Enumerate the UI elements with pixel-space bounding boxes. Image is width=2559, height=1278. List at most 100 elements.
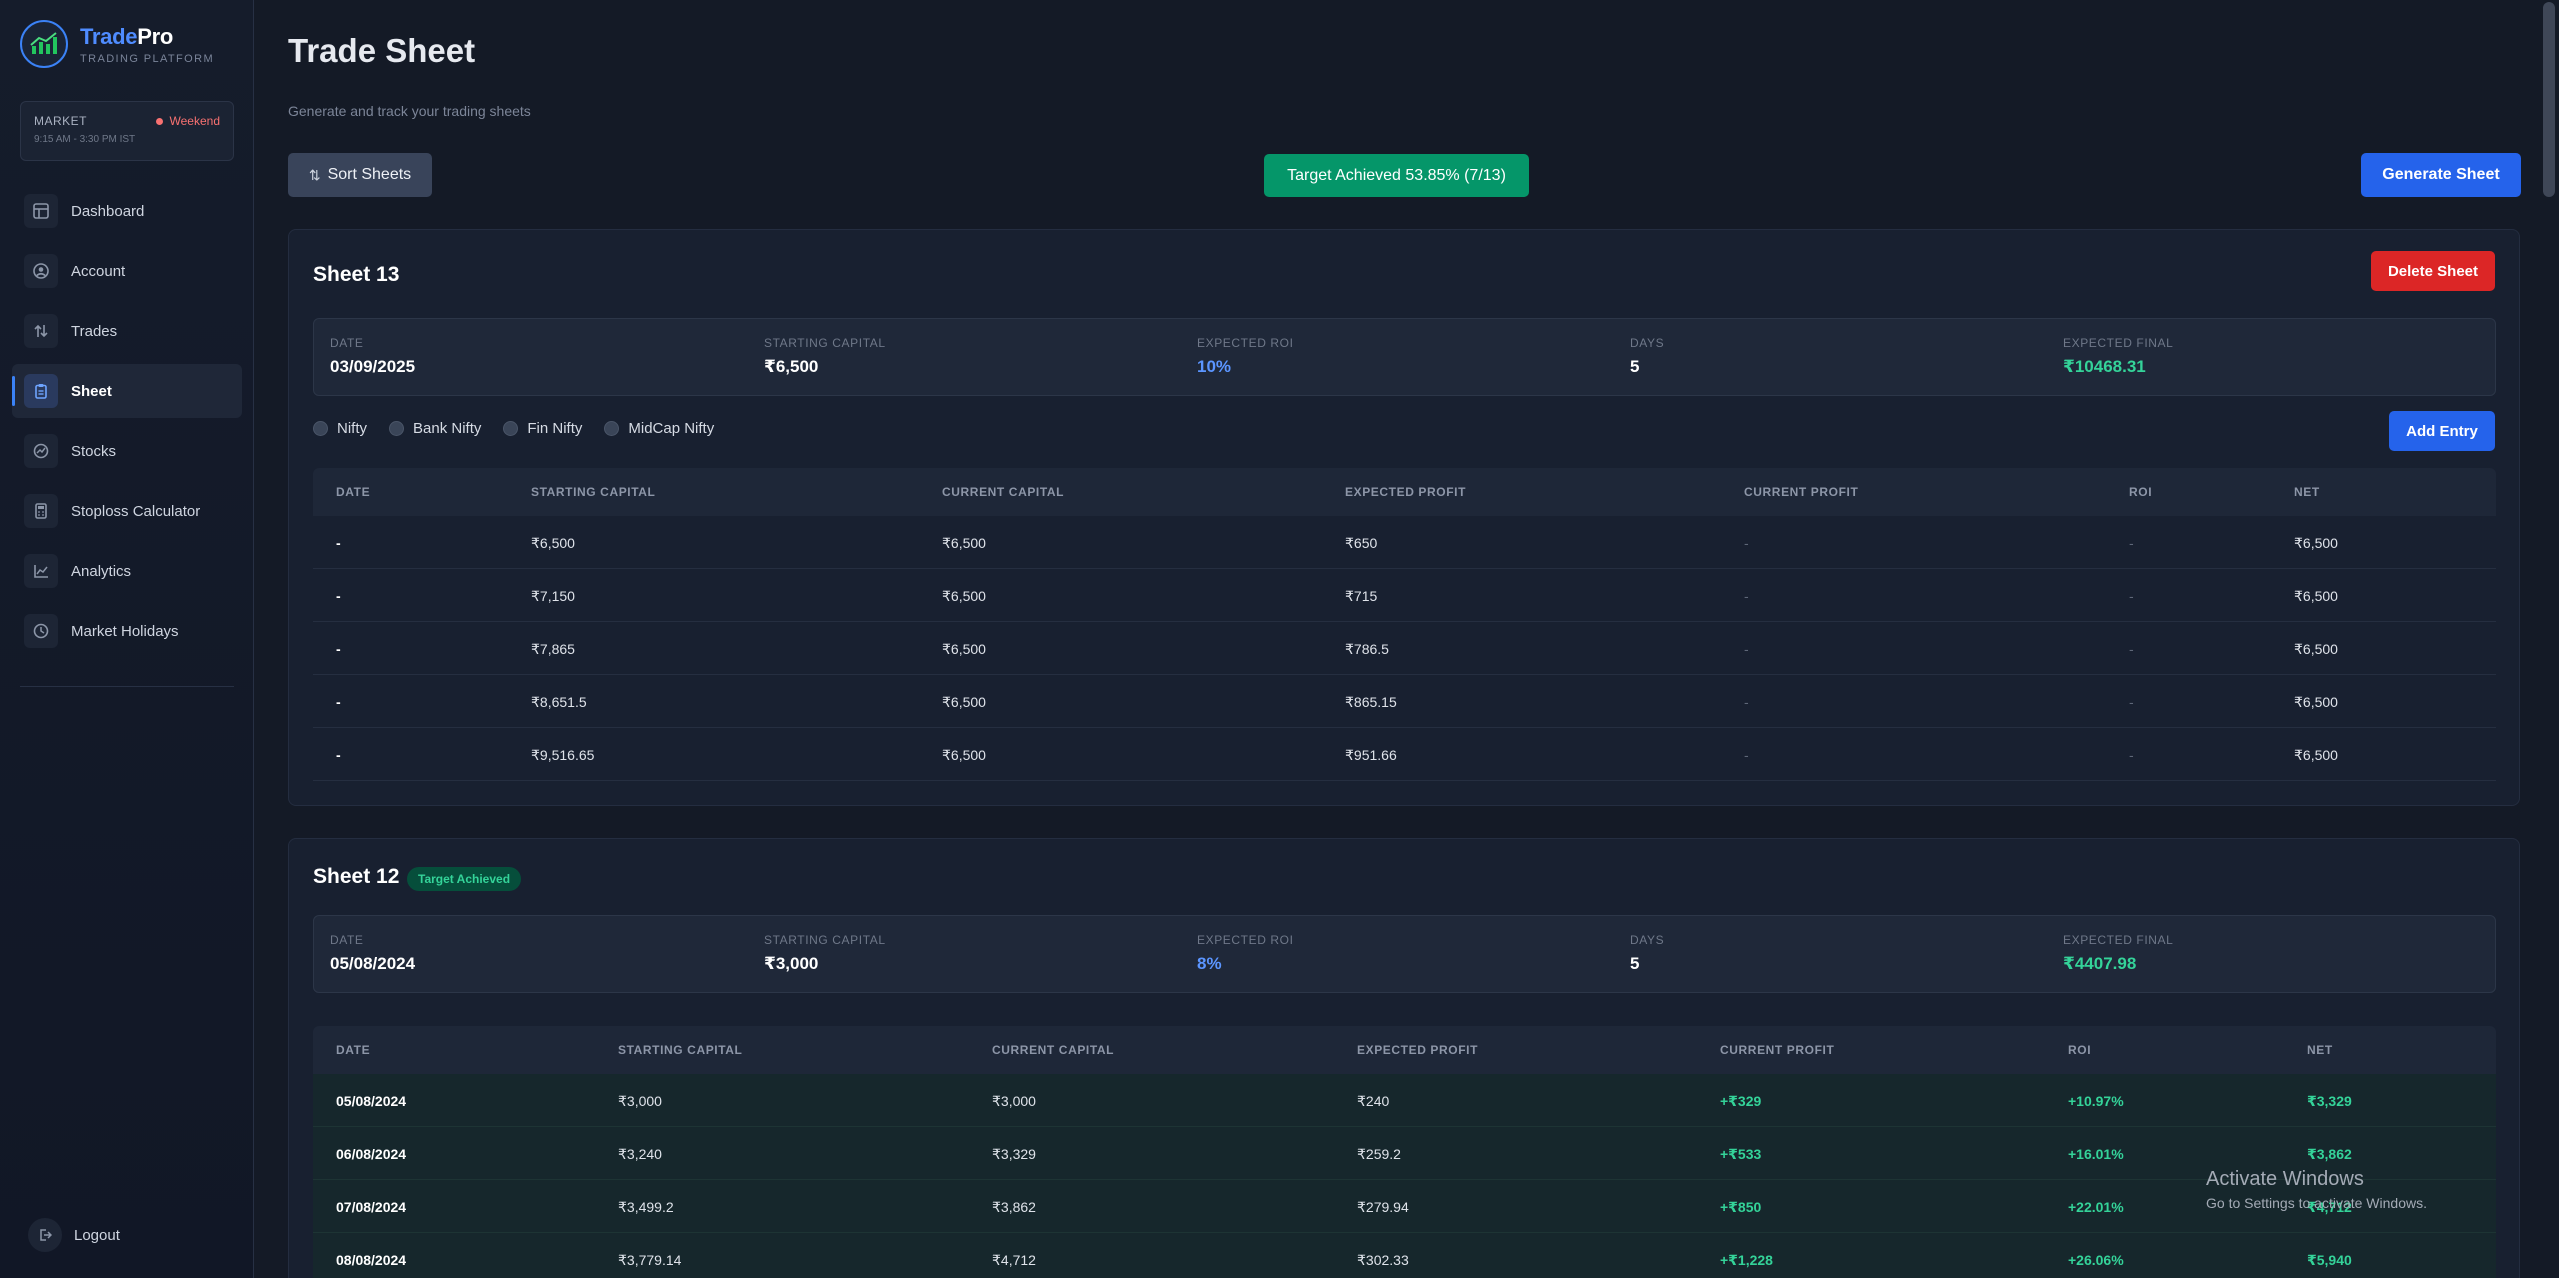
watermark-title: Activate Windows [2206, 1168, 2364, 1190]
calculator-icon [24, 494, 58, 528]
column-header: ROI [2129, 485, 2153, 499]
table-header: DATE STARTING CAPITAL CURRENT CAPITAL EX… [313, 1026, 2496, 1074]
swap-arrows-icon [24, 314, 58, 348]
column-header: STARTING CAPITAL [531, 485, 656, 499]
dashboard-icon [24, 194, 58, 228]
column-header: CURRENT PROFIT [1744, 485, 1859, 499]
sidebar-item-label: Stoploss Calculator [71, 502, 201, 520]
market-label: MARKET [34, 114, 88, 128]
column-header: EXPECTED PROFIT [1357, 1043, 1479, 1057]
trend-chart-logo-icon [20, 20, 68, 68]
summary-starting-capital: STARTING CAPITAL ₹3,000 [764, 933, 886, 973]
sheet-summary: DATE 05/08/2024 STARTING CAPITAL ₹3,000 … [313, 915, 2496, 993]
windows-activation-watermark: Activate Windows Go to Settings to activ… [2206, 1168, 2427, 1211]
column-header: EXPECTED PROFIT [1345, 485, 1467, 499]
radio-circle-icon [604, 421, 620, 436]
table-row[interactable]: - ₹6,500 ₹6,500 ₹650 - - ₹6,500 [313, 516, 2496, 569]
sidebar-item-trades[interactable]: Trades [12, 304, 242, 358]
column-header: ROI [2068, 1043, 2092, 1057]
status-dot-icon [155, 117, 163, 125]
sidebar-item-label: Market Holidays [71, 622, 179, 640]
column-header: DATE [336, 485, 371, 499]
sidebar-nav: Dashboard Account Trades Sheet Stocks St… [12, 184, 242, 664]
sidebar-item-sheet[interactable]: Sheet [12, 364, 242, 418]
sheet-13-table: DATE STARTING CAPITAL CURRENT CAPITAL EX… [313, 468, 2496, 781]
logout-button[interactable]: Logout [28, 1218, 120, 1252]
radio-bank-nifty[interactable]: Bank Nifty [389, 420, 481, 437]
table-row[interactable]: 06/08/2024 ₹3,240 ₹3,329 ₹259.2 +₹533 +1… [313, 1127, 2496, 1180]
table-row[interactable]: 05/08/2024 ₹3,000 ₹3,000 ₹240 +₹329 +10.… [313, 1074, 2496, 1127]
sidebar: TradePro TRADING PLATFORM MARKET Weekend… [0, 0, 254, 1278]
clipboard-icon [24, 374, 58, 408]
brand[interactable]: TradePro TRADING PLATFORM [20, 20, 214, 68]
radio-midcap-nifty[interactable]: MidCap Nifty [604, 420, 714, 437]
table-header: DATE STARTING CAPITAL CURRENT CAPITAL EX… [313, 468, 2496, 516]
brand-subtitle: TRADING PLATFORM [80, 52, 215, 65]
market-hours: 9:15 AM - 3:30 PM IST [34, 134, 136, 145]
index-radio-group: Nifty Bank Nifty Fin Nifty MidCap Nifty [313, 420, 736, 437]
market-status-card: MARKET Weekend 9:15 AM - 3:30 PM IST [20, 101, 234, 161]
radio-circle-icon [313, 421, 328, 436]
calendar-icon [24, 614, 58, 648]
sidebar-item-stocks[interactable]: Stocks [12, 424, 242, 478]
sidebar-item-label: Analytics [71, 562, 132, 580]
sheet-summary: DATE 03/09/2025 STARTING CAPITAL ₹6,500 … [313, 318, 2496, 396]
radio-fin-nifty[interactable]: Fin Nifty [503, 420, 582, 437]
brand-name: TradePro [80, 23, 173, 49]
market-status: Weekend [155, 114, 220, 128]
summary-date: DATE 03/09/2025 [330, 336, 416, 376]
sidebar-divider [20, 686, 234, 687]
column-header: STARTING CAPITAL [618, 1043, 743, 1057]
sheet-card-12: Sheet 12 Target Achieved DATE 05/08/2024… [288, 838, 2520, 1278]
sidebar-item-label: Stocks [71, 442, 117, 460]
delete-sheet-button[interactable]: Delete Sheet [2371, 251, 2495, 291]
chart-line-icon [24, 554, 58, 588]
sort-sheets-label: Sort Sheets [327, 166, 412, 183]
sort-sheets-button[interactable]: ⇅ Sort Sheets [288, 153, 432, 197]
target-achieved-badge: Target Achieved 53.85% (7/13) [1264, 154, 1529, 197]
target-achieved-status-badge: Target Achieved [407, 867, 522, 891]
sheet-card-13: Sheet 13 Delete Sheet DATE 03/09/2025 ST… [288, 229, 2520, 806]
column-header: CURRENT CAPITAL [942, 485, 1065, 499]
sidebar-item-label: Dashboard [71, 202, 145, 220]
stocks-icon [24, 434, 58, 468]
radio-nifty[interactable]: Nifty [313, 420, 367, 437]
radio-circle-icon [503, 421, 519, 436]
scrollbar-thumb[interactable] [2543, 2, 2555, 197]
sidebar-item-label: Trades [71, 322, 118, 340]
logout-label: Logout [74, 1226, 120, 1244]
page-scrollbar[interactable] [2537, 0, 2559, 1278]
add-entry-button[interactable]: Add Entry [2389, 411, 2495, 451]
sheet-12-table: DATE STARTING CAPITAL CURRENT CAPITAL EX… [313, 1026, 2496, 1278]
generate-sheet-button[interactable]: Generate Sheet [2361, 153, 2521, 197]
sidebar-item-market-holidays[interactable]: Market Holidays [12, 604, 242, 658]
page-title: Trade Sheet [288, 32, 476, 69]
column-header: CURRENT PROFIT [1720, 1043, 1835, 1057]
page-subtitle: Generate and track your trading sheets [288, 103, 531, 119]
main-content: Trade Sheet Generate and track your trad… [255, 0, 2535, 1278]
sidebar-item-dashboard[interactable]: Dashboard [12, 184, 242, 238]
summary-expected-final: EXPECTED FINAL ₹4407.98 [2063, 933, 2174, 973]
column-header: NET [2294, 485, 2320, 499]
sidebar-item-analytics[interactable]: Analytics [12, 544, 242, 598]
sidebar-item-stoploss-calculator[interactable]: Stoploss Calculator [12, 484, 242, 538]
watermark-subtitle: Go to Settings to activate Windows. [2206, 1195, 2427, 1211]
sheet-title: Sheet 13 [313, 263, 400, 286]
summary-date: DATE 05/08/2024 [330, 933, 416, 973]
sort-arrows-icon: ⇅ [308, 166, 321, 183]
table-row[interactable]: - ₹7,150 ₹6,500 ₹715 - - ₹6,500 [313, 569, 2496, 622]
sidebar-item-label: Sheet [71, 382, 112, 400]
column-header: NET [2307, 1043, 2333, 1057]
radio-circle-icon [389, 421, 404, 436]
sidebar-item-account[interactable]: Account [12, 244, 242, 298]
summary-days: DAYS 5 [1630, 336, 1665, 376]
table-row[interactable]: - ₹8,651.5 ₹6,500 ₹865.15 - - ₹6,500 [313, 675, 2496, 728]
column-header: CURRENT CAPITAL [992, 1043, 1115, 1057]
user-icon [24, 254, 58, 288]
table-row[interactable]: 07/08/2024 ₹3,499.2 ₹3,862 ₹279.94 +₹850… [313, 1180, 2496, 1233]
sidebar-item-label: Account [71, 262, 126, 280]
table-row[interactable]: 08/08/2024 ₹3,779.14 ₹4,712 ₹302.33 +₹1,… [313, 1233, 2496, 1278]
table-row[interactable]: - ₹7,865 ₹6,500 ₹786.5 - - ₹6,500 [313, 622, 2496, 675]
table-row[interactable]: - ₹9,516.65 ₹6,500 ₹951.66 - - ₹6,500 [313, 728, 2496, 781]
sheet-title: Sheet 12 [313, 865, 400, 888]
